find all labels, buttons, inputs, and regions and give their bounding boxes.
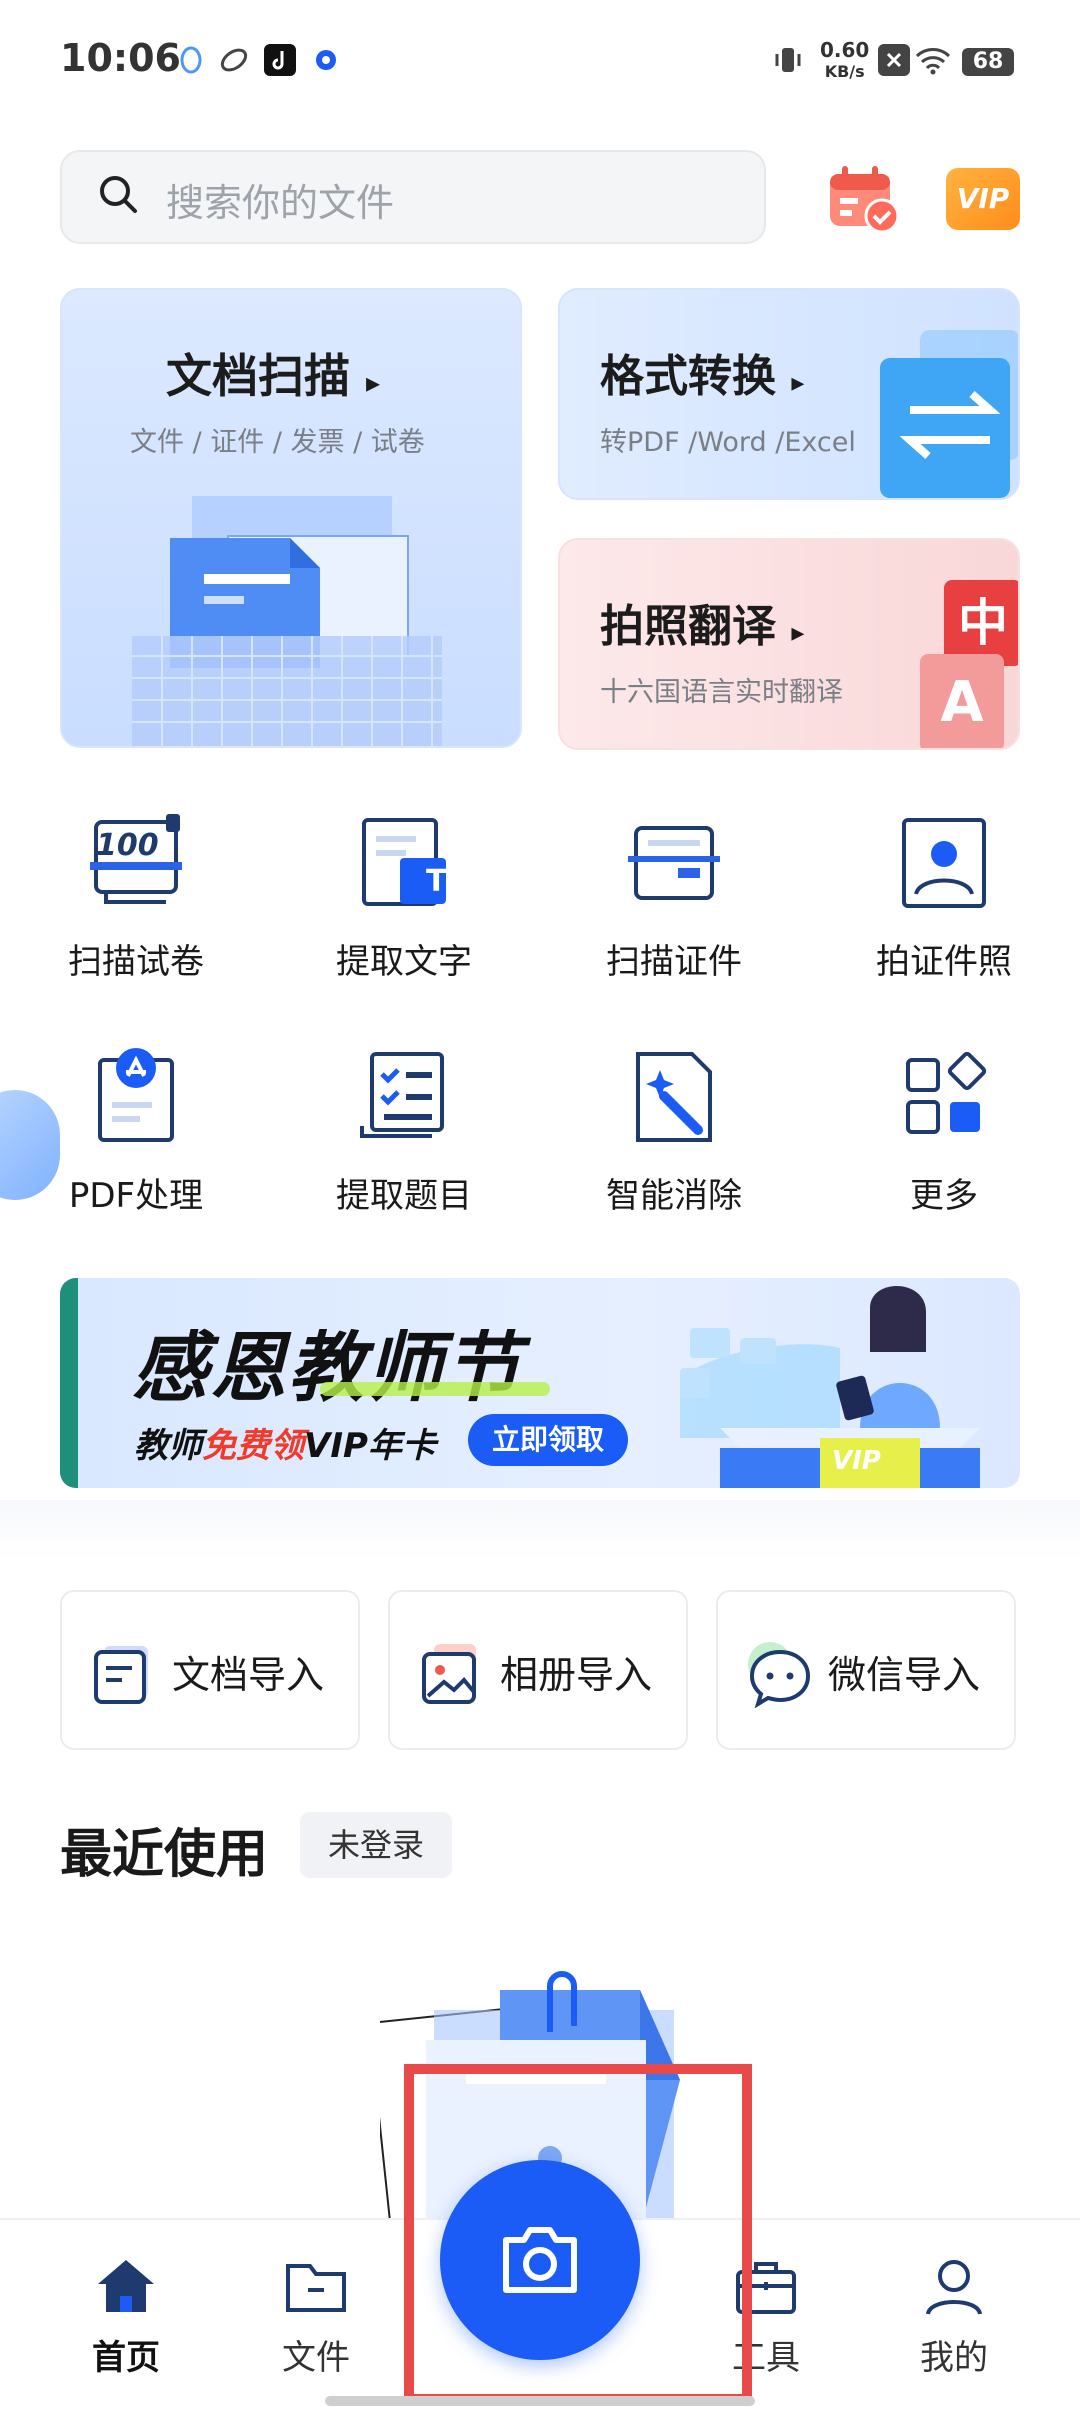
banner-offer: 教师免费领VIP年卡 <box>134 1426 436 1466</box>
highlight-box <box>404 2064 752 2404</box>
tool-label: 扫描试卷 <box>68 942 204 982</box>
doc-scan-subtitle: 文件 / 证件 / 发票 / 试卷 <box>130 427 425 458</box>
claim-now-button[interactable]: 立即领取 <box>468 1414 628 1466</box>
vibrate-icon <box>772 44 804 76</box>
format-convert-subtitle: 转PDF /Word /Excel <box>600 427 856 458</box>
calendar-checkin-icon[interactable] <box>826 164 902 234</box>
wifi-icon <box>915 44 951 76</box>
tool-pdf[interactable]: PDF处理 <box>36 1046 236 1217</box>
status-bar: 10:06 0.60 KB/s 68 <box>0 0 1080 130</box>
app-notification-icon <box>218 44 250 76</box>
nav-label: 首页 <box>92 2338 160 2378</box>
album-import-button[interactable]: 相册导入 <box>388 1590 688 1750</box>
format-convert-card[interactable]: 格式转换 ▸ 转PDF /Word /Excel <box>558 288 1020 500</box>
teacher-day-banner[interactable]: 感恩教师节 教师免费领VIP年卡 立即领取 VIP <box>60 1278 1020 1488</box>
question-extract-icon <box>360 1052 444 1138</box>
more-grid-icon <box>906 1051 987 1134</box>
nav-label: 我的 <box>920 2338 988 2378</box>
network-speed-value: 0.60 <box>820 38 870 62</box>
photo-translate-card[interactable]: 拍照翻译 ▸ 十六国语言实时翻译 中 A <box>558 538 1020 750</box>
tool-more[interactable]: 更多 <box>844 1046 1044 1217</box>
wechat-import-button[interactable]: 微信导入 <box>716 1590 1016 1750</box>
folder-icon <box>286 2264 346 2312</box>
nav-label: 文件 <box>282 2338 350 2378</box>
tool-scan-id[interactable]: 扫描证件 <box>574 812 774 983</box>
import-label: 相册导入 <box>500 1653 653 1697</box>
banner-title: 感恩教师节 <box>132 1323 522 1412</box>
document-illustration-icon <box>132 496 472 746</box>
pdf-icon <box>98 1048 174 1142</box>
exam-score-badge: 100 <box>96 828 159 863</box>
recent-title: 最近使用 <box>60 1825 269 1885</box>
vip-button[interactable]: VIP <box>946 168 1020 230</box>
import-label: 微信导入 <box>828 1653 981 1697</box>
status-time: 10:06 <box>60 36 181 80</box>
vip-label: VIP <box>956 182 1010 215</box>
no-sim-icon <box>878 44 910 76</box>
tool-extract-text[interactable]: T 提取文字 <box>304 812 504 983</box>
id-card-scan-icon <box>628 826 720 900</box>
album-import-icon <box>422 1644 476 1704</box>
photo-translate-title: 拍照翻译 ▸ <box>600 601 805 652</box>
doc-scan-card[interactable]: 文档扫描 ▸ 文件 / 证件 / 发票 / 试卷 <box>60 288 522 748</box>
tool-label: 提取文字 <box>336 942 472 982</box>
doc-import-button[interactable]: 文档导入 <box>60 1590 360 1750</box>
home-icon <box>98 2260 154 2312</box>
battery-indicator: 68 <box>962 48 1014 76</box>
search-icon <box>98 174 138 214</box>
tool-label: 扫描证件 <box>606 942 742 982</box>
nav-profile[interactable]: 我的 <box>884 2256 1024 2379</box>
text-badge: T <box>426 864 447 899</box>
vip-desk-label: VIP <box>832 1446 881 1476</box>
tool-label: PDF处理 <box>68 1176 204 1216</box>
photo-translate-subtitle: 十六国语言实时翻译 <box>600 677 843 708</box>
doc-scan-title: 文档扫描 ▸ <box>166 349 381 403</box>
browser-notification-icon <box>310 44 342 76</box>
teacher-illustration-icon: VIP <box>660 1278 1020 1488</box>
qq-notification-icon <box>175 44 207 76</box>
nav-files[interactable]: 文件 <box>246 2256 386 2379</box>
nav-home[interactable]: 首页 <box>56 2256 196 2379</box>
profile-icon <box>926 2260 982 2315</box>
wechat-import-icon <box>748 1642 811 1708</box>
tool-label: 拍证件照 <box>876 942 1012 982</box>
network-speed-unit: KB/s <box>824 62 865 81</box>
not-logged-in-badge[interactable]: 未登录 <box>300 1812 453 1878</box>
translate-glyph-icon: 中 A <box>920 580 1018 748</box>
tool-label: 更多 <box>910 1176 978 1216</box>
id-photo-icon <box>902 818 986 908</box>
convert-arrows-icon <box>880 330 1018 498</box>
tool-id-photo[interactable]: 拍证件照 <box>844 812 1044 983</box>
tool-label: 提取题目 <box>336 1176 472 1216</box>
format-convert-title: 格式转换 ▸ <box>600 351 805 402</box>
network-speed: 0.60 KB/s <box>820 40 869 82</box>
search-input[interactable]: 搜索你的文件 <box>60 150 766 244</box>
section-divider <box>0 1500 1080 1560</box>
document-import-icon <box>94 1646 148 1704</box>
search-placeholder: 搜索你的文件 <box>166 181 395 225</box>
tool-extract-question[interactable]: 提取题目 <box>304 1046 504 1217</box>
tiktok-notification-icon <box>264 44 296 76</box>
banner-edge <box>60 1278 78 1488</box>
banner-underline <box>320 1382 550 1396</box>
magic-erase-icon <box>636 1052 712 1142</box>
home-indicator <box>325 2396 755 2406</box>
latin-glyph: A <box>920 654 1004 748</box>
tool-scan-exam[interactable]: 100 扫描试卷 <box>36 812 236 983</box>
tool-label: 智能消除 <box>606 1176 742 1216</box>
tool-smart-erase[interactable]: 智能消除 <box>574 1046 774 1217</box>
import-label: 文档导入 <box>172 1653 325 1697</box>
